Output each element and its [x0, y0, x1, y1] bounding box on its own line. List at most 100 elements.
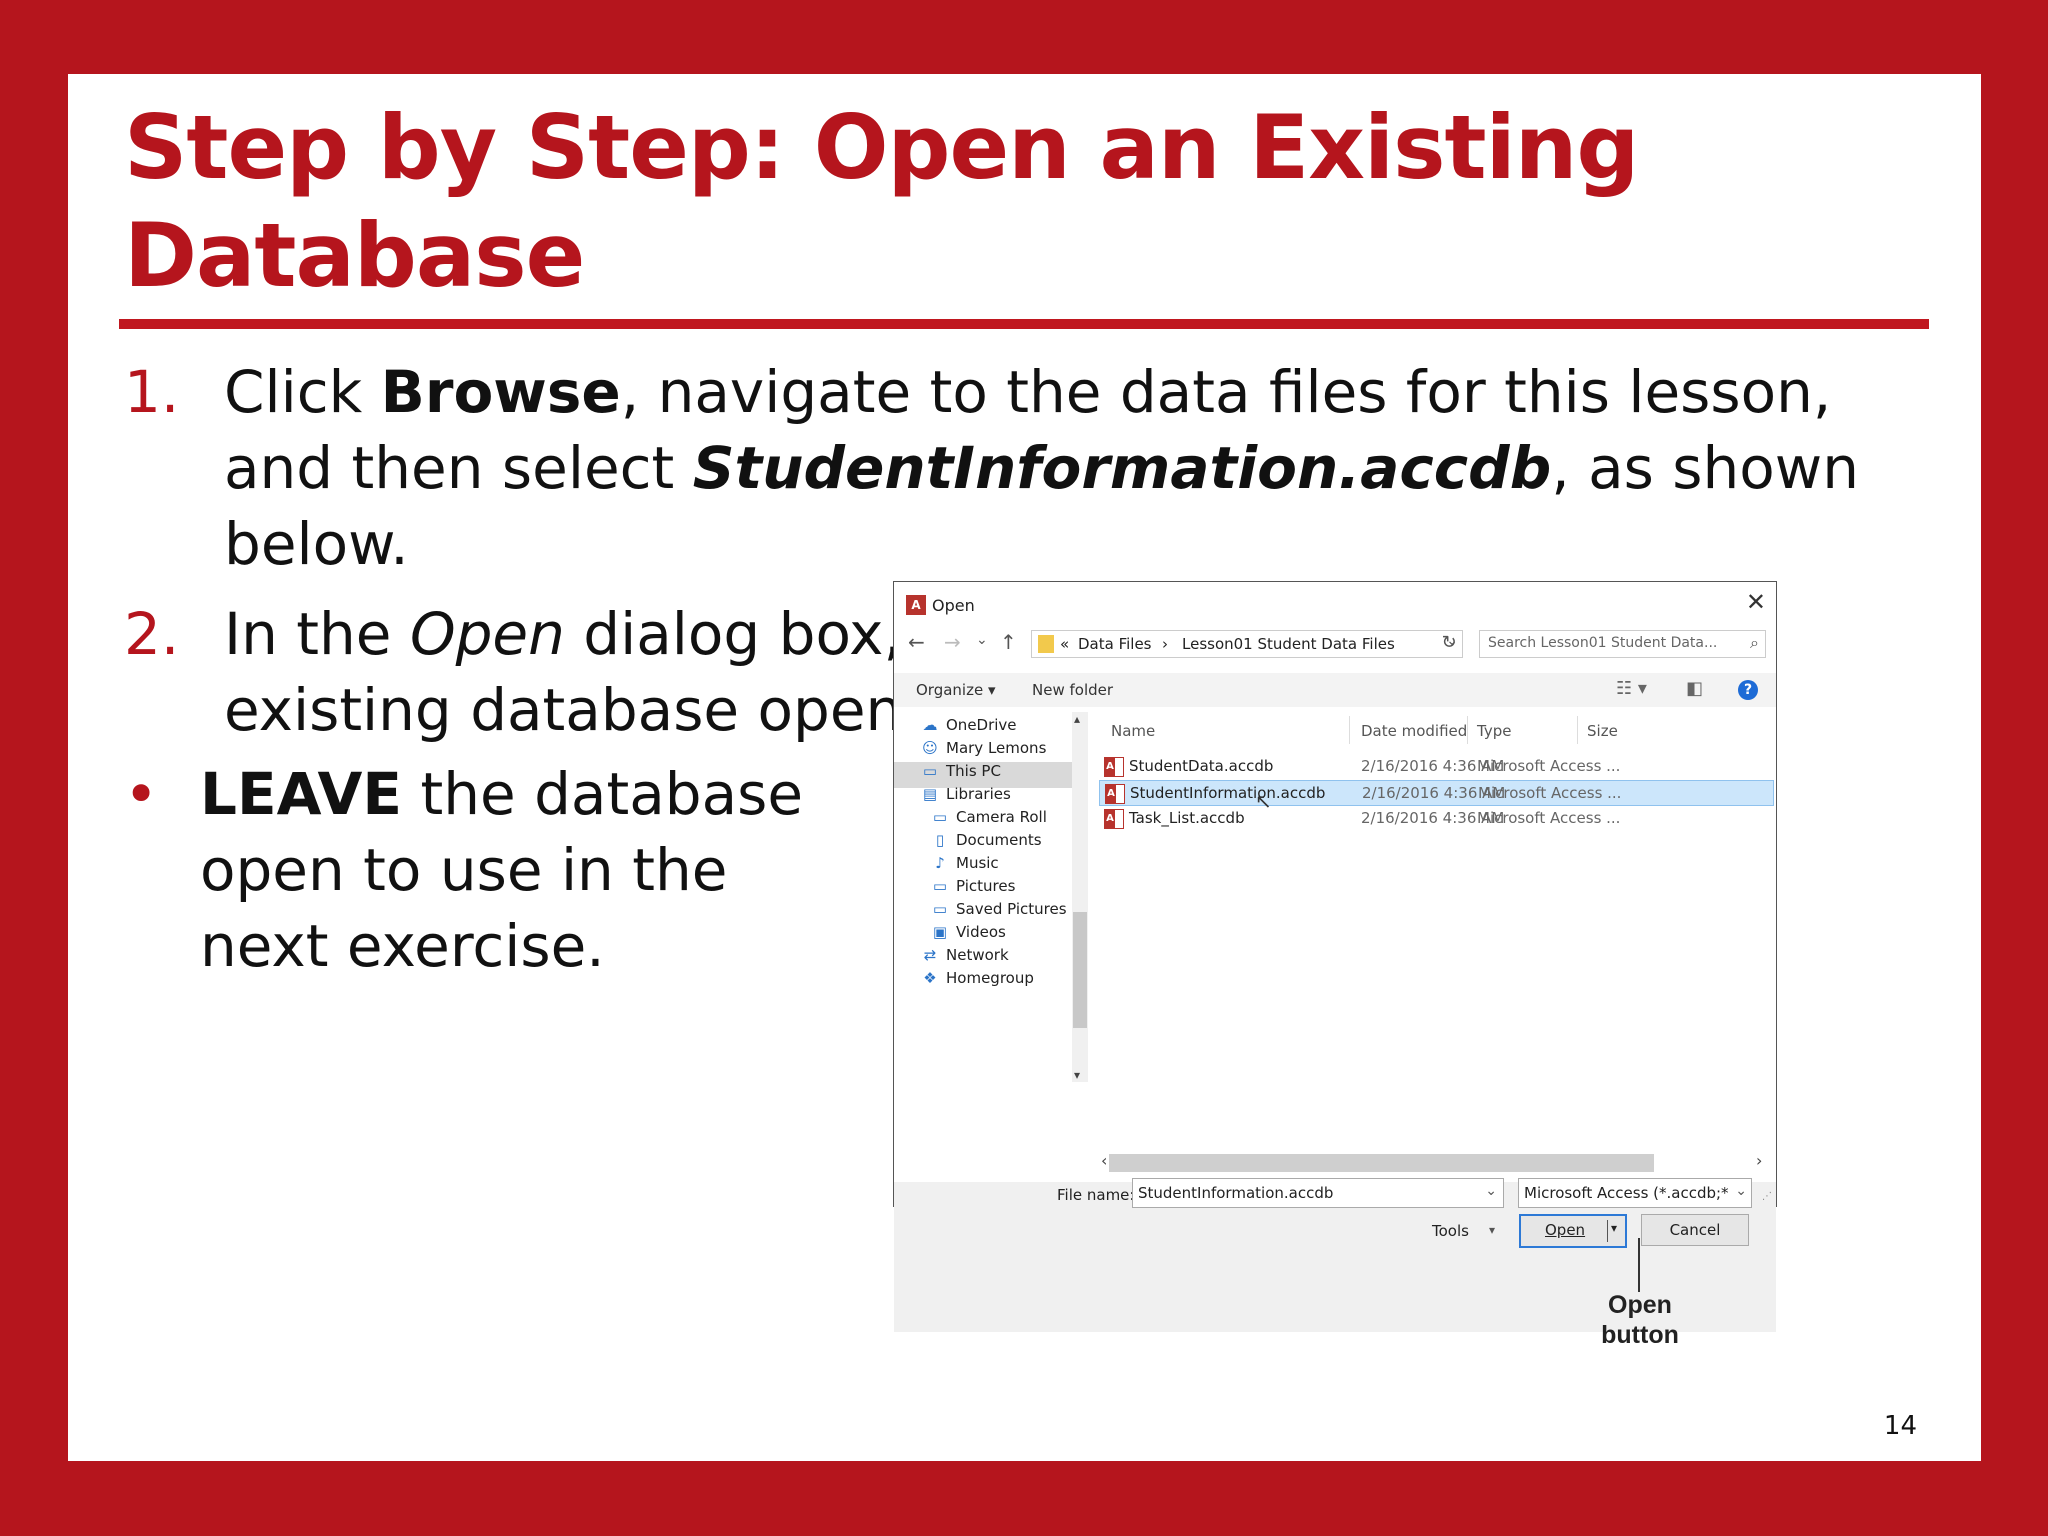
- breadcrumb-overflow[interactable]: «: [1060, 635, 1069, 653]
- page-number: 14: [1883, 1411, 1917, 1441]
- open-button-callout: Open button: [1580, 1290, 1700, 1350]
- text-run: StudentInformation.accdb: [692, 434, 1552, 502]
- back-arrow-icon[interactable]: ←: [908, 630, 925, 654]
- dialog-title: Open: [932, 596, 975, 615]
- text-run: Click: [224, 358, 381, 426]
- step-number: 1.: [124, 358, 180, 426]
- access-file-icon: [1105, 784, 1125, 804]
- file-name-input[interactable]: StudentInformation.accdb ⌄: [1132, 1178, 1504, 1208]
- search-placeholder: Search Lesson01 Student Data...: [1488, 635, 1718, 651]
- split-divider: [1607, 1220, 1608, 1242]
- preview-pane-icon[interactable]: ◧: [1686, 678, 1703, 699]
- resize-grip-icon[interactable]: ⋰: [1762, 1191, 1772, 1202]
- column-divider[interactable]: [1349, 716, 1350, 744]
- forward-arrow-icon[interactable]: →: [944, 630, 961, 654]
- scrollbar-thumb[interactable]: [1073, 912, 1087, 1028]
- recent-locations-icon[interactable]: ⌄: [976, 632, 988, 648]
- horizontal-scrollbar-thumb[interactable]: [1109, 1154, 1654, 1172]
- nav-item-label: Network: [946, 946, 1009, 964]
- scroll-left-icon[interactable]: ‹: [1101, 1151, 1107, 1170]
- file-row[interactable]: StudentInformation.accdb2/16/2016 4:36 A…: [1099, 780, 1774, 813]
- nav-item-label: Pictures: [956, 877, 1016, 895]
- text-run: Browse: [380, 358, 621, 426]
- file-type-select[interactable]: Microsoft Access (*.accdb;*.mc ⌄: [1518, 1178, 1752, 1208]
- nav-item-icon: ⇄: [923, 946, 937, 964]
- organize-button[interactable]: Organize ▾: [916, 681, 996, 699]
- search-box[interactable]: Search Lesson01 Student Data... ⌕: [1479, 630, 1766, 658]
- dialog-toolbar: Organize ▾ New folder ☷ ▾ ◧ ?: [894, 673, 1776, 707]
- folder-icon: [1038, 635, 1054, 653]
- file-name: StudentData.accdb: [1129, 757, 1274, 775]
- nav-item-label: OneDrive: [946, 716, 1017, 734]
- open-button[interactable]: Open ▾: [1519, 1214, 1627, 1248]
- cancel-button[interactable]: Cancel: [1641, 1214, 1749, 1246]
- file-list: Name Date modified Type Size StudentData…: [1099, 712, 1776, 1072]
- cancel-button-label: Cancel: [1669, 1221, 1721, 1239]
- breadcrumb-data-files[interactable]: Data Files: [1078, 635, 1152, 653]
- nav-item-label: Homegroup: [946, 969, 1034, 987]
- access-file-icon: [1104, 757, 1124, 777]
- access-app-icon: A: [906, 595, 926, 615]
- change-view-icon[interactable]: ☷ ▾: [1616, 678, 1647, 699]
- nav-item-icon: ▭: [932, 900, 948, 918]
- nav-item-label: Camera Roll: [956, 808, 1047, 826]
- file-type-value: Microsoft Access (*.accdb;*.mc: [1524, 1184, 1729, 1202]
- scroll-down-icon[interactable]: ▾: [1074, 1068, 1080, 1082]
- file-name: Task_List.accdb: [1129, 809, 1245, 827]
- nav-pane-scrollbar[interactable]: ▴ ▾: [1072, 712, 1088, 1082]
- new-folder-button[interactable]: New folder: [1032, 681, 1113, 699]
- bullet-text: LEAVE the database open to use in the ne…: [200, 756, 840, 984]
- scroll-up-icon[interactable]: ▴: [1074, 712, 1080, 726]
- bullet-dot: •: [124, 760, 159, 828]
- nav-item-label: Saved Pictures: [956, 900, 1067, 918]
- column-header-date-modified[interactable]: Date modified: [1361, 722, 1467, 740]
- nav-item-icon: ▭: [922, 762, 938, 780]
- title-underline: [119, 319, 1929, 329]
- file-type: Microsoft Access ...: [1478, 784, 1622, 802]
- close-icon[interactable]: ✕: [1746, 588, 1766, 616]
- nav-item-label: Mary Lemons: [946, 739, 1047, 757]
- file-row[interactable]: StudentData.accdb2/16/2016 4:36 AMMicros…: [1099, 754, 1772, 778]
- file-type: Microsoft Access ...: [1477, 809, 1621, 827]
- breadcrumb-separator: ›: [1162, 635, 1168, 653]
- text-run: Open: [409, 600, 565, 668]
- nav-item-icon: ❖: [923, 969, 937, 987]
- column-divider[interactable]: [1577, 716, 1578, 744]
- open-button-label: Open: [1545, 1221, 1586, 1239]
- file-row[interactable]: Task_List.accdb2/16/2016 4:36 AMMicrosof…: [1099, 806, 1772, 830]
- column-header-name[interactable]: Name: [1111, 722, 1155, 740]
- nav-item-icon: ☺: [922, 739, 938, 757]
- address-bar[interactable]: « Data Files › Lesson01 Student Data Fil…: [1031, 630, 1463, 658]
- file-type-dropdown-icon[interactable]: ⌄: [1735, 1183, 1747, 1199]
- nav-item-icon: ▤: [922, 785, 938, 803]
- nav-item-icon: ☁: [922, 716, 938, 734]
- callout-line-1: Open: [1608, 1291, 1672, 1319]
- open-options-icon[interactable]: ▾: [1611, 1221, 1617, 1235]
- open-dialog: A Open ✕ ← → ⌄ ↑ « Data Files › Lesson01…: [893, 581, 1777, 1332]
- access-file-icon: [1104, 809, 1124, 829]
- tools-dropdown-icon[interactable]: ▾: [1489, 1223, 1495, 1237]
- navigation-bar: ← → ⌄ ↑ « Data Files › Lesson01 Student …: [894, 626, 1776, 660]
- column-divider[interactable]: [1467, 716, 1468, 744]
- refresh-icon[interactable]: ↻: [1436, 630, 1462, 656]
- nav-item-label: Documents: [956, 831, 1042, 849]
- search-icon: ⌕: [1750, 633, 1759, 652]
- column-header-type[interactable]: Type: [1477, 722, 1511, 740]
- step-item: 1. Click Browse, navigate to the data fi…: [124, 354, 1924, 582]
- file-type: Microsoft Access ...: [1477, 757, 1621, 775]
- scroll-right-icon[interactable]: ›: [1756, 1151, 1762, 1170]
- slide-title: Step by Step: Open an Existing Database: [124, 96, 1639, 307]
- column-header-size[interactable]: Size: [1587, 722, 1618, 740]
- leave-bullet: • LEAVE the database open to use in the …: [124, 756, 884, 984]
- nav-item-icon: ▯: [935, 831, 945, 849]
- nav-item-label: This PC: [946, 762, 1001, 780]
- text-run: LEAVE: [200, 760, 403, 828]
- tools-button[interactable]: Tools: [1432, 1222, 1469, 1240]
- callout-leader-line: [1638, 1238, 1640, 1292]
- dialog-titlebar: A Open ✕: [894, 582, 1776, 620]
- file-name-dropdown-icon[interactable]: ⌄: [1485, 1183, 1497, 1199]
- help-icon[interactable]: ?: [1738, 680, 1758, 700]
- up-arrow-icon[interactable]: ↑: [1000, 630, 1017, 654]
- nav-item-homegroup[interactable]: ❖ Homegroup: [894, 969, 1072, 995]
- breadcrumb-lesson01[interactable]: Lesson01 Student Data Files: [1182, 635, 1395, 653]
